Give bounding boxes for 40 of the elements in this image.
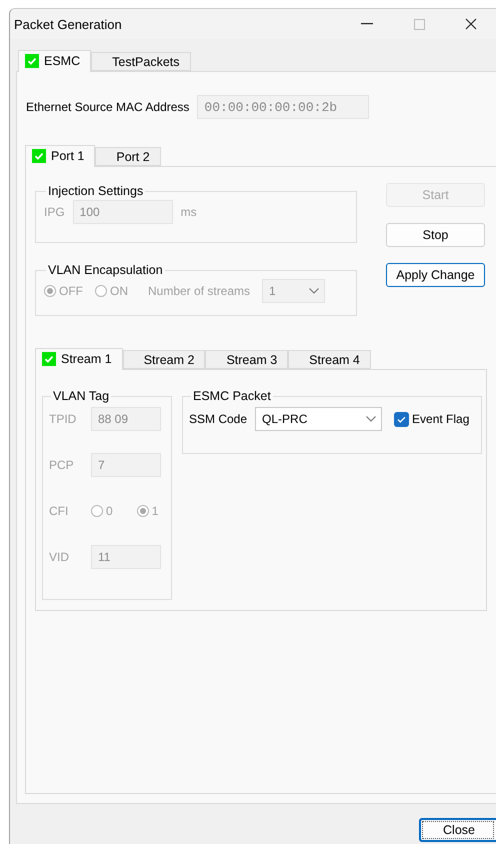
action-button[interactable]: Stop xyxy=(386,223,485,247)
checkbox-label: Event Flag xyxy=(412,412,470,426)
checkbox-icon[interactable] xyxy=(42,352,56,366)
minimize-icon[interactable] xyxy=(361,23,373,25)
group-title: ESMC Packet xyxy=(192,389,272,403)
radio-label: OFF xyxy=(59,284,83,298)
group-title: Injection Settings xyxy=(47,184,144,198)
tab[interactable]: Stream 1 xyxy=(35,348,123,370)
ssm-code-dropdown[interactable]: QL-PRC xyxy=(255,407,382,431)
checkbox-icon[interactable] xyxy=(25,54,39,68)
mac-label: Ethernet Source MAC Address xyxy=(26,100,190,114)
field-label: PCP xyxy=(49,458,75,472)
checkbox[interactable] xyxy=(394,412,410,426)
tab[interactable]: Port 2 xyxy=(95,147,161,166)
field-label: VID xyxy=(49,550,70,564)
close-button[interactable]: Close xyxy=(419,818,496,842)
tab[interactable]: TestPackets xyxy=(91,52,191,71)
ipg-label: IPG xyxy=(44,205,65,219)
radio-label: 1 xyxy=(152,504,158,518)
field-label: CFI xyxy=(49,504,70,518)
chevron-down-icon xyxy=(365,415,378,423)
radio-label: 0 xyxy=(106,504,113,518)
tab[interactable]: Port 1 xyxy=(25,145,96,167)
tab[interactable]: Stream 4 xyxy=(288,350,371,369)
group-title: VLAN Tag xyxy=(52,389,110,403)
maximize-icon[interactable] xyxy=(414,18,424,30)
tab[interactable]: Stream 3 xyxy=(205,350,288,369)
field-label: TPID xyxy=(49,412,78,426)
close-icon[interactable] xyxy=(465,18,477,30)
window-title: Packet Generation xyxy=(14,16,123,32)
ssm-code-label: SSM Code xyxy=(189,412,248,426)
checkbox-icon[interactable] xyxy=(32,149,46,163)
tab[interactable]: Stream 2 xyxy=(122,350,206,369)
chevron-down-icon xyxy=(308,287,320,295)
tab[interactable]: ESMC xyxy=(18,50,92,72)
action-button[interactable]: Apply Change xyxy=(386,263,485,287)
streams-label: Number of streams xyxy=(148,284,250,298)
unit-label: ms xyxy=(180,205,197,219)
radio-label: ON xyxy=(110,284,128,298)
group-title: VLAN Encapsulation xyxy=(47,263,164,277)
